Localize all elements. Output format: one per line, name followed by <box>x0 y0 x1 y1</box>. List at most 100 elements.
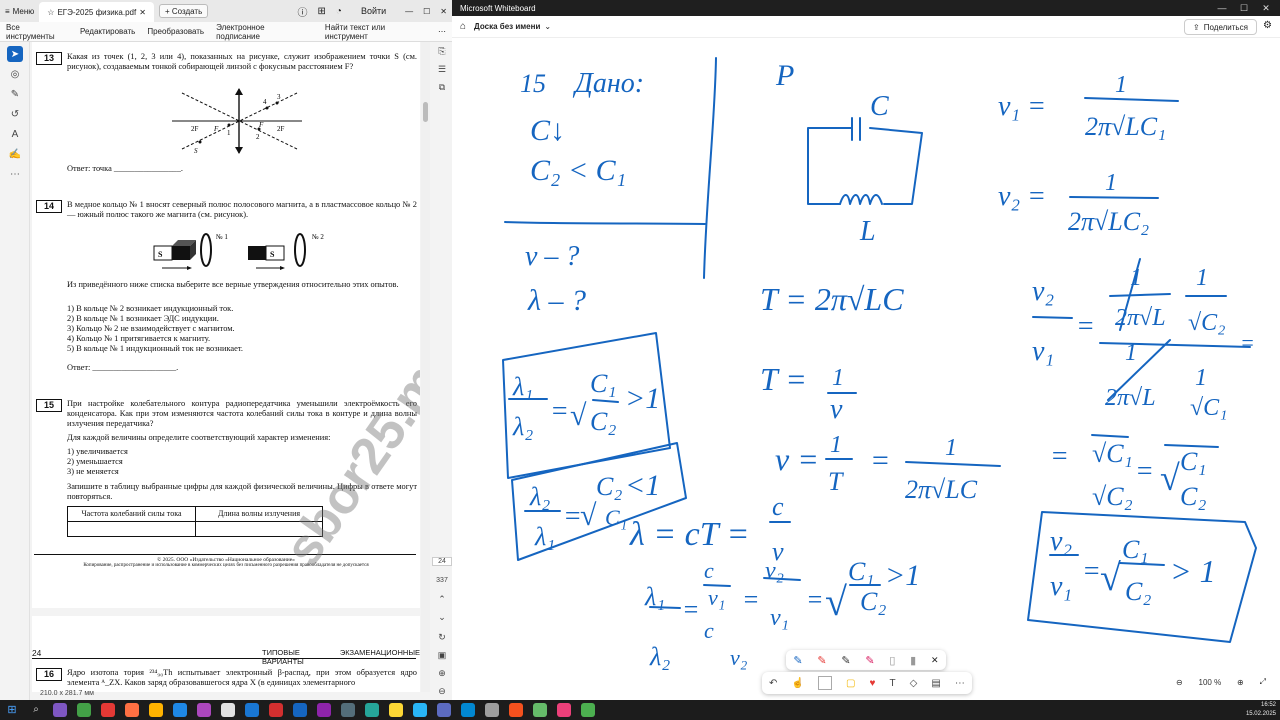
magnet-pole-label: S <box>270 250 275 259</box>
ink-nu-ratio: ν₂ <box>1032 276 1054 307</box>
apps-grid-icon[interactable]: ⊞ <box>313 0 331 22</box>
ruler-icon[interactable]: ▮ <box>910 654 916 667</box>
lasso-icon[interactable]: ↺ <box>7 106 23 122</box>
settings-icon[interactable]: ⚙ <box>1263 20 1272 31</box>
highlighter-icon[interactable]: ✎ <box>865 654 874 667</box>
app-icon[interactable] <box>149 703 163 717</box>
app-icon[interactable] <box>413 703 427 717</box>
eraser-icon[interactable]: ▯ <box>889 654 895 667</box>
app-icon[interactable] <box>317 703 331 717</box>
save-icon[interactable]: ▣ <box>432 650 452 661</box>
minimize-icon[interactable]: — <box>1212 0 1232 16</box>
close-window-icon[interactable]: ✕ <box>1256 0 1276 16</box>
app-icon[interactable] <box>197 703 211 717</box>
toolbar-convert[interactable]: Преобразовать <box>141 27 210 36</box>
more-icon[interactable]: ⋯ <box>955 678 965 689</box>
toolbar-all-tools[interactable]: Все инструменты <box>0 23 74 41</box>
windows-start-icon[interactable]: ⊞ <box>5 703 19 717</box>
app-icon[interactable] <box>389 703 403 717</box>
board-name[interactable]: Доска без имени <box>474 22 540 31</box>
app-icon[interactable] <box>53 703 67 717</box>
shapes-icon[interactable]: ◇ <box>910 678 918 689</box>
app-icon[interactable] <box>269 703 283 717</box>
text-select-icon[interactable]: A <box>7 126 23 142</box>
close-window-icon[interactable]: ✕ <box>435 0 452 22</box>
undo-icon[interactable]: ↶ <box>769 678 777 689</box>
ink-capacitor-label: C <box>870 91 889 122</box>
zoom-level[interactable]: 100 % <box>1199 678 1222 687</box>
menu-button[interactable]: ≡ Меню <box>0 0 39 22</box>
app-icon[interactable] <box>533 703 547 717</box>
app-icon[interactable] <box>77 703 91 717</box>
comment-icon[interactable]: ◎ <box>7 66 23 82</box>
signin-button[interactable]: Войти <box>347 0 400 22</box>
app-icon[interactable] <box>485 703 499 717</box>
whiteboard-canvas[interactable]: 15 Дано: C↓ C₂ < C₁ ν – ? λ – ? P C L ν₁… <box>452 38 1280 700</box>
app-icon[interactable] <box>101 703 115 717</box>
home-icon[interactable]: ⌂ <box>452 21 474 32</box>
app-icon[interactable] <box>341 703 355 717</box>
question-number: 14 <box>36 200 62 213</box>
reaction-icon[interactable]: ♥ <box>870 678 876 689</box>
pen-icon[interactable]: ✎ <box>841 654 850 667</box>
minimize-icon[interactable]: — <box>400 0 418 22</box>
pen-icon[interactable]: ✎ <box>7 86 23 102</box>
toolbar-esign[interactable]: Электронное подписание <box>210 23 313 41</box>
stamp-icon[interactable]: ✍ <box>7 146 23 162</box>
app-icon[interactable] <box>365 703 379 717</box>
app-icon[interactable] <box>293 703 307 717</box>
pen-icon[interactable]: ✎ <box>793 654 802 667</box>
copy-icon[interactable]: ⧉ <box>432 78 452 96</box>
svg-text:<1: <1 <box>625 469 660 502</box>
fit-icon[interactable]: ⤢ <box>1260 677 1266 687</box>
share-button[interactable]: ⇪ Поделиться <box>1184 19 1257 35</box>
chevron-down-icon[interactable]: ⌄ <box>540 22 551 31</box>
zoom-in-icon[interactable]: ⊕ <box>1237 678 1244 687</box>
app-icon[interactable] <box>125 703 139 717</box>
close-icon[interactable]: ✕ <box>139 8 146 17</box>
help-icon[interactable]: ⓘ <box>293 0 313 22</box>
close-icon[interactable]: ✕ <box>931 655 939 666</box>
bell-icon[interactable]: ◔ <box>331 0 347 22</box>
templates-icon[interactable]: ▤ <box>931 678 940 689</box>
zoom-in-icon[interactable]: ⊕ <box>432 668 452 679</box>
maximize-icon[interactable]: ☐ <box>418 0 435 22</box>
app-icon[interactable] <box>557 703 571 717</box>
search-icon[interactable]: ⌕ <box>29 703 43 717</box>
sticky-note-icon[interactable]: ▢ <box>846 678 855 689</box>
app-icon[interactable] <box>581 703 595 717</box>
zoom-out-icon[interactable]: ⊖ <box>432 686 452 697</box>
ink-tool-icon[interactable] <box>817 676 832 690</box>
app-icon[interactable] <box>173 703 187 717</box>
system-clock[interactable]: 16:52 15.02.2025 <box>1240 701 1276 719</box>
page-size-status: 210.0 x 281.7 мм <box>40 690 94 697</box>
zoom-out-icon[interactable]: ⊖ <box>1176 678 1183 687</box>
text-icon[interactable]: T <box>889 678 895 689</box>
svg-text:λ₁: λ₁ <box>534 522 555 551</box>
page-number-input[interactable]: 24 <box>432 557 452 566</box>
more-tools-icon[interactable]: ⋯ <box>7 166 23 182</box>
scrollbar-thumb[interactable] <box>423 102 428 122</box>
share-icon[interactable]: ⎘ <box>432 42 452 60</box>
refresh-icon[interactable]: ↻ <box>432 632 452 643</box>
new-tab-button[interactable]: + Создать <box>158 4 209 18</box>
app-icon[interactable] <box>509 703 523 717</box>
chevron-up-icon[interactable]: ⌃ <box>432 594 452 605</box>
more-icon[interactable]: ⋯ <box>432 27 452 36</box>
tab-pdf-document[interactable]: ☆ ЕГЭ-2025 физика.pdf ✕ <box>39 2 154 22</box>
answer-cell[interactable] <box>67 521 196 537</box>
ink-c-compare: C₂ < C₁ <box>530 154 626 187</box>
select-hand-icon[interactable]: ☝ <box>791 678 803 689</box>
pen-icon[interactable]: ✎ <box>817 654 826 667</box>
bookmark-icon[interactable]: ☰ <box>432 60 452 78</box>
maximize-icon[interactable]: ☐ <box>1234 0 1254 16</box>
toolbar-find[interactable]: Найти текст или инструмент <box>319 23 432 41</box>
toolbar-edit[interactable]: Редактировать <box>74 27 141 36</box>
cursor-icon[interactable]: ➤ <box>7 46 23 62</box>
chevron-down-icon[interactable]: ⌄ <box>432 612 452 623</box>
app-icon[interactable] <box>245 703 259 717</box>
app-icon[interactable] <box>461 703 475 717</box>
app-icon[interactable] <box>221 703 235 717</box>
app-icon[interactable] <box>437 703 451 717</box>
scrollbar[interactable] <box>421 42 430 692</box>
